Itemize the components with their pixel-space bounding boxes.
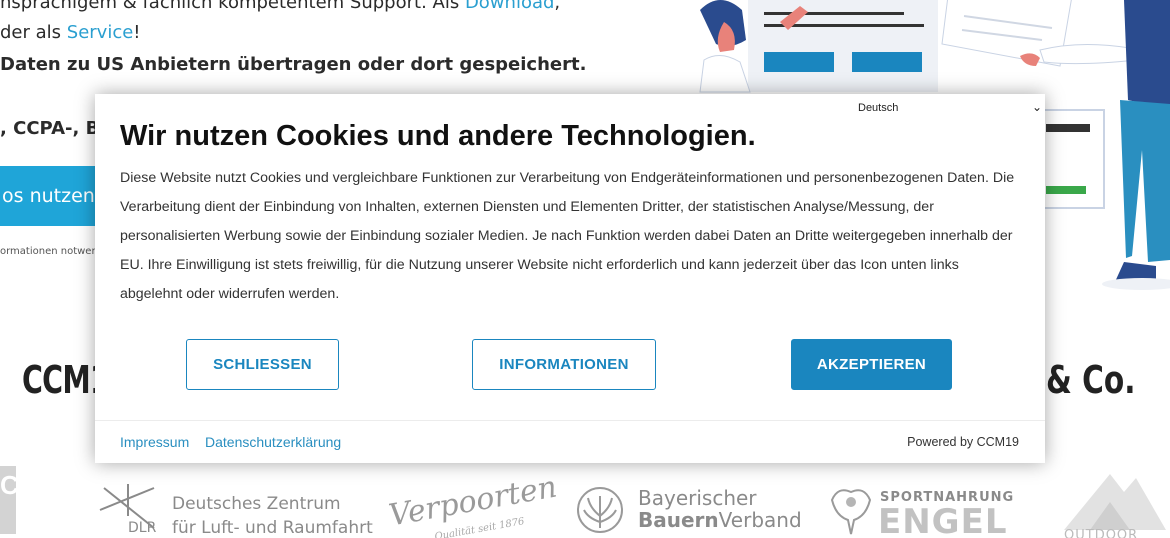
powered-by-text: Powered by CCM19 (907, 435, 1019, 449)
wheat-emblem-icon (577, 487, 623, 533)
verpoorten-wordmark: Verpoorten (386, 469, 560, 534)
bg-small-note: ormationen notwer (0, 246, 96, 257)
bbv-line-2: BauernVerband (638, 508, 802, 532)
download-link[interactable]: Download (465, 0, 554, 13)
brand-heading-right: & Co. (1046, 358, 1136, 402)
information-button[interactable]: INFORMATIONEN (472, 339, 656, 390)
service-link[interactable]: Service (67, 22, 134, 43)
bg-text-line-2: der als Service! (0, 22, 141, 43)
mountain-icon (1064, 474, 1166, 530)
cookie-consent-dialog: Deutsch ⌄ Wir nutzen Cookies und andere … (95, 94, 1045, 463)
outdoor-wordmark: OUTDOOR (1064, 528, 1139, 538)
close-button[interactable]: SCHLIESSEN (186, 339, 339, 390)
privacy-policy-link[interactable]: Datenschutzerklärung (205, 434, 341, 450)
logo-verpoorten: Verpoorten Qualität seit 1876 (386, 470, 559, 538)
bg-text-line-4: , CCPA-, BI (0, 118, 106, 139)
client-logos: C DLR Deutsches Zentrum für Luft- und Ra… (0, 462, 1170, 538)
bg-text-line-3: Daten zu US Anbietern übertragen oder do… (0, 54, 587, 75)
dialog-title: Wir nutzen Cookies und andere Technologi… (120, 120, 756, 152)
logo-c: C (0, 466, 19, 534)
dlr-abbr: DLR (128, 520, 157, 536)
logo-engel: SPORTNAHRUNG ENGEL (828, 486, 1013, 538)
accept-button[interactable]: AKZEPTIEREN (791, 339, 952, 390)
logo-dlr: DLR Deutsches Zentrum für Luft- und Raum… (94, 482, 373, 538)
impressum-link[interactable]: Impressum (120, 434, 189, 450)
dialog-body-text: Diese Website nutzt Cookies und vergleic… (120, 170, 1015, 302)
angel-emblem-icon (830, 489, 872, 535)
footer-divider (95, 420, 1045, 421)
bg-text-line-1: nsprachigem & fachlich kompetentem Suppo… (0, 0, 560, 13)
logo-outdoor: OUTDOOR (1060, 466, 1170, 538)
dlr-line-1: Deutsches Zentrum (172, 494, 341, 514)
engel-line-2: ENGEL (878, 502, 1008, 538)
bbv-line-1: Bayerischer (638, 486, 757, 510)
chevron-down-icon: ⌄ (1031, 100, 1042, 114)
logo-bauernverband: Bayerischer BauernVerband (576, 484, 802, 538)
language-select-value: Deutsch (858, 102, 899, 114)
language-select[interactable]: Deutsch ⌄ (840, 100, 1046, 118)
dlr-line-2: für Luft- und Raumfahrt (172, 518, 373, 538)
